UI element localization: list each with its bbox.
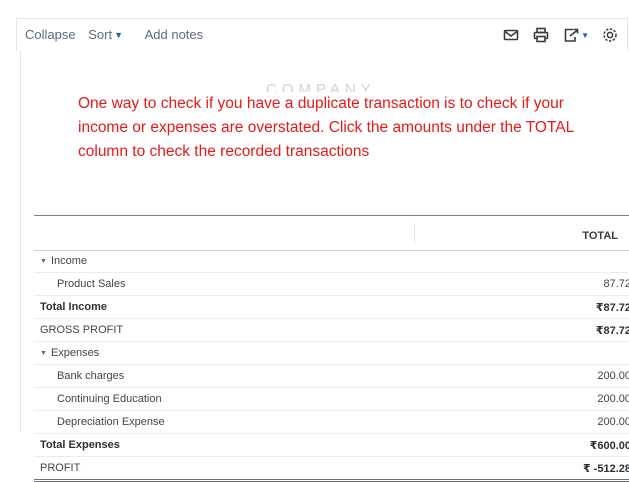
toolbar-actions: Collapse Sort ▼ Add notes [25,27,212,42]
total-income-amount[interactable]: ₹87.72 [596,301,629,314]
report-body: COMPANY One way to check if you have a d… [20,50,629,482]
depreciation-expense-amount[interactable]: 200.00 [597,416,629,428]
add-notes-button[interactable]: Add notes [145,27,204,42]
gear-icon[interactable] [601,26,619,44]
caret-down-icon[interactable]: ▼ [40,350,47,357]
chevron-down-icon: ▼ [581,30,589,40]
export-dropdown[interactable]: ▼ [562,26,589,44]
section-expenses[interactable]: ▼ Expenses [34,342,629,365]
depreciation-expense-label: Depreciation Expense [57,416,165,428]
expenses-header-label: Expenses [50,347,100,359]
total-expenses-label: Total Expenses [40,439,120,451]
column-divider [414,223,415,243]
bank-charges-label: Bank charges [57,370,125,382]
profit-label: PROFIT [40,462,81,474]
continuing-education-amount[interactable]: 200.00 [597,393,629,405]
product-sales-label: Product Sales [57,278,126,290]
caret-down-icon[interactable]: ▼ [40,258,47,265]
table-row: Product Sales 87.72 [34,273,629,296]
table-row: Total Income ₹87.72 [34,296,629,319]
bank-charges-amount[interactable]: 200.00 [597,370,629,382]
continuing-education-label: Continuing Education [57,393,162,405]
total-expenses-amount[interactable]: ₹600.00 [590,439,629,452]
gross-profit-label: GROSS PROFIT [40,324,124,336]
table-row: Continuing Education 200.00 [34,388,629,411]
email-icon[interactable] [502,26,520,44]
table-row: Total Expenses ₹600.00 [34,434,629,457]
sort-dropdown[interactable]: Sort ▼ [88,27,135,42]
report-toolbar: Collapse Sort ▼ Add notes ▼ [16,18,628,51]
instruction-annotation: One way to check if you have a duplicate… [78,95,574,160]
table-row: PROFIT ₹ -512.28 [34,457,629,482]
chevron-down-icon: ▼ [114,30,123,40]
table-row: GROSS PROFIT ₹87.72 [34,319,629,342]
print-icon[interactable] [532,26,550,44]
export-icon [562,26,580,44]
report-company-title: COMPANY [266,84,376,92]
profit-amount[interactable]: ₹ -512.28 [583,462,629,475]
section-income[interactable]: ▼ Income [34,250,629,273]
gross-profit-amount[interactable]: ₹87.72 [596,324,629,337]
report-rows: ▼ Income Product Sales 87.72 Total Income… [34,250,629,482]
income-header-label: Income [50,255,88,267]
total-column-header: TOTAL [582,230,618,242]
table-row: Bank charges 200.00 [34,365,629,388]
total-income-label: Total Income [40,301,108,313]
product-sales-amount[interactable]: 87.72 [603,278,629,290]
sort-label: Sort [88,27,113,42]
toolbar-icons: ▼ [502,26,619,44]
table-header: TOTAL [34,216,629,251]
collapse-button[interactable]: Collapse [25,27,76,42]
